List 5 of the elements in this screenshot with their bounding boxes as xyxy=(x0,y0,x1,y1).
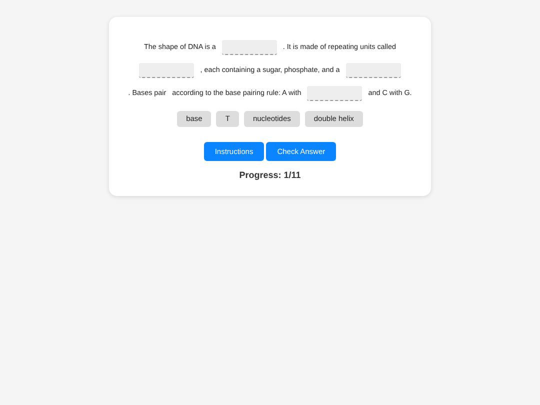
progress-text: Progress: 1/11 xyxy=(239,169,301,182)
drop-zone[interactable] xyxy=(139,62,194,78)
drop-zone[interactable] xyxy=(307,86,362,101)
drop-zone[interactable] xyxy=(346,62,401,78)
drop-zone[interactable] xyxy=(222,40,277,55)
